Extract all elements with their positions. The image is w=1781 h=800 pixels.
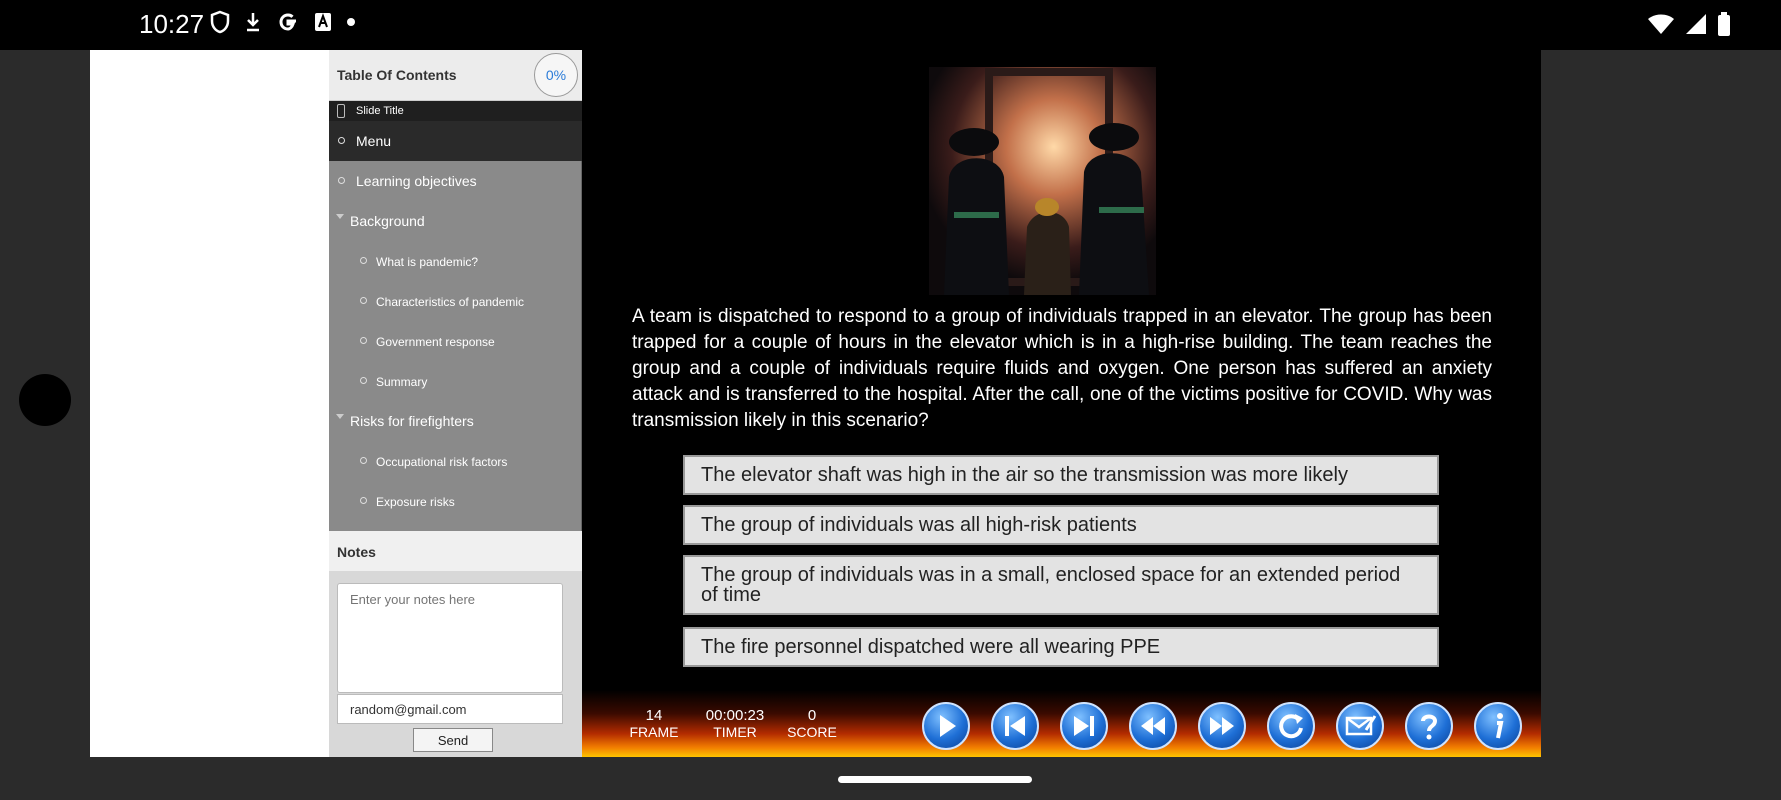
bullet-icon <box>360 457 367 464</box>
clock: 10:27 <box>139 9 205 39</box>
email-field[interactable] <box>337 694 563 724</box>
play-button[interactable] <box>922 702 970 750</box>
skip-back-icon <box>1005 716 1025 736</box>
toc-item-label: Exposure risks <box>376 495 455 509</box>
rewind-button[interactable] <box>1129 702 1177 750</box>
slide-stage: A team is dispatched to respond to a gro… <box>582 50 1541 757</box>
expand-triangle-icon <box>336 214 344 219</box>
question-text: A team is dispatched to respond to a gro… <box>632 306 1492 431</box>
help-icon <box>1421 714 1438 740</box>
toc-item[interactable]: Occupational risk factors <box>329 441 582 481</box>
fast-forward-icon <box>1210 717 1234 735</box>
rewind-icon <box>1141 717 1165 735</box>
floating-assist-button[interactable] <box>19 374 71 426</box>
toc-item[interactable]: Government response <box>329 321 582 361</box>
bullet-icon <box>338 137 345 144</box>
right-gutter <box>1706 50 1781 757</box>
play-icon <box>940 715 956 737</box>
slide-title-label: Slide Title <box>356 105 404 117</box>
notes-title: Notes <box>337 544 376 560</box>
timer-label: TIMER <box>713 724 757 740</box>
toc-item-label: What is pandemic? <box>376 255 479 269</box>
toc-item[interactable]: Menu <box>329 121 582 161</box>
notes-header: Notes <box>329 531 582 571</box>
toc-header: Table Of Contents 0% <box>329 50 582 101</box>
toc-item-label: Menu <box>356 133 392 149</box>
toc-item[interactable]: Exposure risks <box>329 481 582 521</box>
toc-item[interactable]: Risks for firefighters <box>329 401 582 441</box>
shield-icon <box>210 10 230 34</box>
bullet-icon <box>360 497 367 504</box>
bullet-icon <box>338 177 345 184</box>
score-label: SCORE <box>787 724 837 740</box>
info-button[interactable] <box>1474 702 1522 750</box>
device-icon <box>337 104 345 118</box>
score-value: 0 <box>807 707 817 724</box>
signal-icon <box>1686 14 1706 34</box>
download-icon <box>247 13 259 32</box>
notes-panel: Notes Send <box>329 531 582 757</box>
answer-option-4[interactable]: The fire personnel dispatched were all w… <box>683 627 1439 667</box>
toc-item[interactable]: Learning objectives <box>329 161 582 201</box>
info-icon <box>1496 713 1504 739</box>
bullet-icon <box>360 297 367 304</box>
google-icon <box>279 13 296 31</box>
email-button[interactable] <box>1336 702 1384 750</box>
slide-title-row: Slide Title <box>329 101 582 121</box>
toc-item[interactable]: Characteristics of pandemic <box>329 281 582 321</box>
toc-title: Table Of Contents <box>337 67 457 83</box>
toc-item[interactable]: Background <box>329 201 582 241</box>
frame-stat: 14 FRAME <box>624 707 684 741</box>
help-button[interactable] <box>1405 702 1453 750</box>
home-gesture-bar[interactable] <box>838 776 1032 783</box>
send-button[interactable]: Send <box>413 728 493 752</box>
fast-forward-button[interactable] <box>1198 702 1246 750</box>
frame-label: FRAME <box>629 724 679 740</box>
toc-item-label: Characteristics of pandemic <box>376 295 525 309</box>
toc-item-label: Government response <box>376 335 495 349</box>
previous-slide-button[interactable] <box>991 702 1039 750</box>
timer-stat: 00:00:23 TIMER <box>695 707 775 741</box>
bullet-icon <box>360 377 367 384</box>
next-slide-button[interactable] <box>1060 702 1108 750</box>
toc-item-label: Risks for firefighters <box>350 413 474 429</box>
answer-option-1[interactable]: The elevator shaft was high in the air s… <box>683 455 1439 495</box>
frame-value: 14 <box>645 707 663 724</box>
font-icon <box>315 13 331 31</box>
status-bar: 10:27 <box>0 0 1781 50</box>
score-stat: 0 SCORE <box>782 707 842 741</box>
sidebar: Table Of Contents 0% Slide Title Menu Lea… <box>329 50 582 757</box>
toc-item[interactable]: Summary <box>329 361 582 401</box>
toc-item-label: Occupational risk factors <box>376 455 508 469</box>
progress-indicator: 0% <box>534 53 578 97</box>
answer-option-3[interactable]: The group of individuals was in a small,… <box>683 555 1439 615</box>
toc-item[interactable]: What is pandemic? <box>329 241 582 281</box>
toc-item-label: Learning objectives <box>356 173 477 189</box>
battery-icon <box>1718 12 1730 36</box>
bullet-icon <box>360 337 367 344</box>
toc-list: Menu Learning objectives Background What is… <box>329 121 582 521</box>
dot-icon <box>347 18 355 26</box>
answer-option-2[interactable]: The group of individuals was all high-ri… <box>683 505 1439 545</box>
notes-input[interactable] <box>337 583 563 693</box>
email-icon <box>1345 715 1377 736</box>
firefighters-elevator-image <box>929 67 1156 295</box>
timer-value: 00:00:23 <box>705 707 765 724</box>
bullet-icon <box>360 257 367 264</box>
toc-item-label: Summary <box>376 375 428 389</box>
skip-forward-icon <box>1074 716 1094 736</box>
replay-button[interactable] <box>1267 702 1315 750</box>
refresh-icon <box>1279 714 1303 739</box>
toc-item-label: Background <box>350 213 425 229</box>
wifi-icon <box>1648 14 1674 34</box>
expand-triangle-icon <box>336 414 344 419</box>
